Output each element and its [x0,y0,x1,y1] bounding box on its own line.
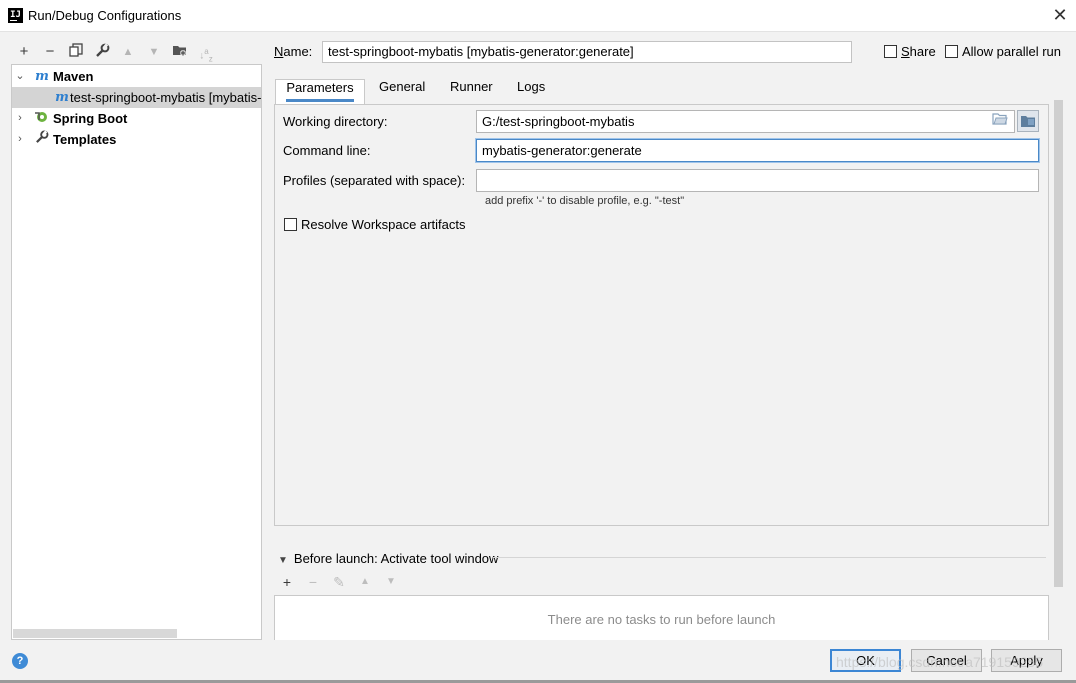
maven-config-icon: m [55,90,69,105]
before-launch-header[interactable]: ▼ Before launch: Activate tool window [278,551,498,566]
tree-item-label: Maven [53,69,94,84]
share-label: Share [901,44,936,59]
allow-parallel-run-label: Allow parallel run [962,44,1061,59]
watermark: https://blog.csdn.net/a719159255 [836,654,1044,670]
folder-icon[interactable] [990,112,1010,130]
chevron-right-icon[interactable]: › [14,108,26,129]
tab-parameters[interactable]: Parameters [275,79,365,105]
move-task-down-icon[interactable]: ▼ [383,574,399,590]
wrench-icon [34,129,50,150]
profiles-input[interactable] [476,169,1039,192]
before-launch-title: Before launch: Activate tool window [293,551,499,566]
chevron-down-icon[interactable]: ▼ [278,555,288,566]
parameters-panel [274,104,1049,526]
before-launch-empty-text: There are no tasks to run before launch [547,612,776,627]
copy-icon[interactable] [67,43,85,61]
wrench-icon[interactable] [93,43,111,61]
vertical-scrollbar[interactable] [1054,100,1063,587]
remove-task-icon[interactable]: − [305,574,321,590]
tab-logs[interactable]: Logs [517,79,545,103]
new-folder-icon[interactable] [171,43,189,61]
chevron-down-icon[interactable]: ⌄ [14,66,26,87]
move-task-up-icon[interactable]: ▲ [357,574,373,590]
spring-boot-icon [33,108,49,129]
resolve-workspace-checkbox[interactable] [284,218,297,231]
add-icon[interactable]: + [15,43,33,61]
profiles-label: Profiles (separated with space): [283,173,466,188]
allow-parallel-run-checkbox[interactable] [945,45,958,58]
separator [493,557,1046,558]
tree-item-spring-boot[interactable]: › Spring Boot [12,108,261,129]
move-up-icon[interactable]: ▲ [119,43,137,61]
edit-task-icon[interactable]: ✎ [331,574,347,590]
tree-item-templates[interactable]: › Templates [12,129,261,150]
add-task-icon[interactable]: + [279,574,295,590]
resolve-workspace-label: Resolve Workspace artifacts [301,217,466,232]
remove-icon[interactable]: − [41,43,59,61]
sort-icon[interactable]: ↓az [197,43,215,63]
tab-general[interactable]: General [379,79,425,103]
tree-item-label: Spring Boot [53,111,128,126]
name-label: Name: [274,44,313,59]
working-directory-label: Working directory: [283,114,388,129]
profiles-hint: add prefix '-' to disable profile, e.g. … [485,195,685,207]
command-line-label: Command line: [283,143,371,158]
tab-runner[interactable]: Runner [450,79,493,103]
working-directory-input[interactable]: G:/test-springboot-mybatis [476,110,1015,133]
window-title: Run/Debug Configurations [28,8,182,23]
move-down-icon[interactable]: ▼ [145,43,163,61]
tree-item-label: test-springboot-mybatis [mybatis-generat… [70,90,261,105]
help-icon[interactable]: ? [12,653,28,669]
tree-horizontal-scrollbar[interactable] [13,629,177,638]
tree-item-label: Templates [53,132,117,147]
tree-item-maven-config[interactable]: m test-springboot-mybatis [mybatis-gener… [12,87,261,108]
intellij-app-icon: IJ [8,8,23,23]
share-checkbox[interactable] [884,45,897,58]
browse-macros-button[interactable] [1017,110,1039,132]
close-icon[interactable]: ✕ [1050,5,1070,25]
tree-item-maven[interactable]: ⌄ m Maven [12,66,261,87]
command-line-input[interactable]: mybatis-generator:generate [476,139,1039,162]
name-input[interactable]: test-springboot-mybatis [mybatis-generat… [322,41,852,63]
chevron-right-icon[interactable]: › [14,129,26,150]
maven-icon: m [35,69,49,84]
configuration-tree[interactable]: ⌄ m Maven m test-springboot-mybatis [myb… [11,64,262,640]
